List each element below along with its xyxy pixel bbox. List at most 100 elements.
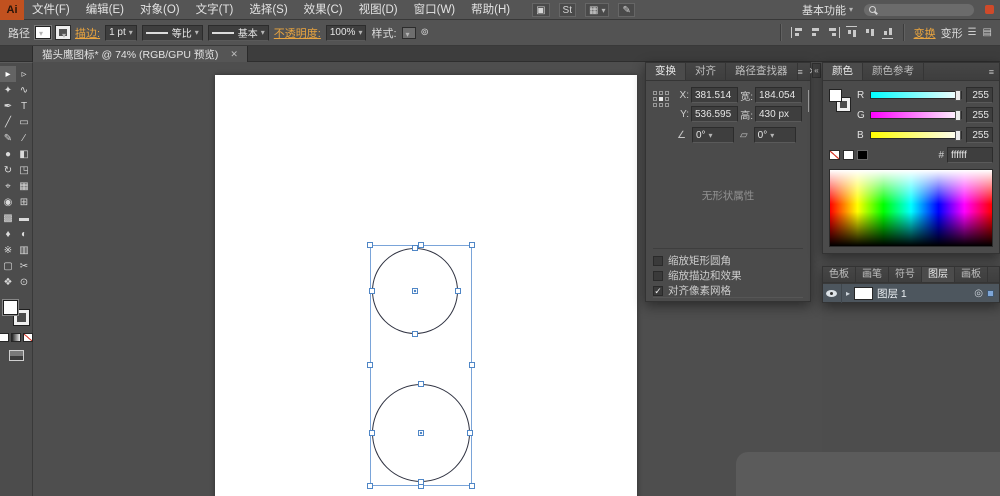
scale-tool[interactable]: ◳ [16, 162, 32, 178]
slider-knob[interactable] [955, 110, 961, 121]
tab-brushes[interactable]: 画笔 [856, 267, 889, 282]
fill-color-swatch[interactable] [35, 26, 51, 39]
hand-tool[interactable]: ❖ [0, 274, 16, 290]
align-left-icon[interactable] [790, 27, 804, 38]
visibility-eye-icon[interactable] [826, 289, 837, 297]
selection-handle[interactable] [469, 242, 475, 248]
disclosure-triangle-icon[interactable]: ▸ [846, 289, 850, 298]
warp-link[interactable]: 变形 [941, 25, 963, 41]
magic-wand-tool[interactable]: ✦ [0, 82, 16, 98]
layer-row[interactable]: ▸ 图层 1 ◎ [823, 283, 999, 303]
artboard-tool[interactable]: ▢ [0, 258, 16, 274]
type-tool[interactable]: T [16, 98, 32, 114]
recolor-artwork-icon[interactable]: ⊚ [421, 27, 429, 38]
align-top-icon[interactable] [845, 26, 857, 39]
panel-menu-icon[interactable]: ≡ [798, 67, 803, 77]
fill-proxy-swatch[interactable] [3, 300, 18, 315]
workspace-switcher-icon[interactable]: ▦ [585, 2, 610, 17]
opacity-field[interactable]: 100% [325, 24, 367, 41]
pencil-tool[interactable]: ∕ [16, 130, 32, 146]
anchor-point[interactable] [369, 288, 375, 294]
align-middle-icon[interactable] [864, 26, 875, 39]
rotate-tool[interactable]: ↻ [0, 162, 16, 178]
hex-field[interactable]: ffffff [947, 147, 993, 163]
green-value-field[interactable]: 255 [966, 107, 993, 123]
anchor-point[interactable] [412, 331, 418, 337]
blue-slider[interactable] [870, 130, 962, 141]
tab-align[interactable]: 对齐 [686, 63, 726, 80]
brush-icon[interactable]: ✎ [618, 2, 635, 17]
color-spectrum[interactable] [829, 169, 993, 247]
green-slider[interactable] [870, 110, 962, 121]
tab-layers[interactable]: 图层 [922, 267, 955, 282]
selection-handle[interactable] [469, 362, 475, 368]
tab-color-guide[interactable]: 颜色参考 [863, 63, 924, 80]
lasso-tool[interactable]: ∿ [16, 82, 32, 98]
mesh-tool[interactable]: ▩ [0, 210, 16, 226]
menu-edit[interactable]: 编辑(E) [78, 0, 132, 20]
constrain-proportions-icon[interactable] [808, 90, 809, 112]
fill-proxy-swatch[interactable] [829, 89, 842, 102]
scale-strokes-effects-option[interactable]: 缩放描边和效果 [653, 268, 803, 283]
blend-tool[interactable]: ◐ [16, 226, 32, 242]
stroke-color-swatch[interactable] [55, 25, 71, 40]
gradient-mode-icon[interactable] [11, 333, 21, 342]
reference-point-locator[interactable] [653, 91, 669, 122]
stroke-weight-field[interactable]: 1 pt [105, 24, 137, 41]
width-tool[interactable]: ⌖ [0, 178, 16, 194]
layer-thumbnail[interactable] [854, 286, 874, 300]
eyedropper-tool[interactable]: ♦ [0, 226, 16, 242]
selection-handle[interactable] [418, 242, 424, 248]
tab-pathfinder[interactable]: 路径查找器 [726, 63, 798, 80]
black-swatch[interactable] [857, 150, 868, 160]
search-input[interactable] [863, 2, 975, 17]
pen-tool[interactable]: ✒ [0, 98, 16, 114]
center-point[interactable] [418, 430, 424, 436]
blob-brush-tool[interactable]: ● [0, 146, 16, 162]
stroke-link[interactable]: 描边: [75, 25, 100, 41]
slider-knob[interactable] [955, 130, 961, 141]
red-slider[interactable] [870, 90, 962, 101]
gradient-tool[interactable]: ▬ [16, 210, 32, 226]
menu-object[interactable]: 对象(O) [132, 0, 188, 20]
menu-view[interactable]: 视图(D) [351, 0, 406, 20]
dock-collapse-button[interactable]: « [812, 63, 821, 78]
eraser-tool[interactable]: ◧ [16, 146, 32, 162]
anchor-point[interactable] [467, 430, 473, 436]
panel-menu-icon[interactable]: ≡ [989, 67, 994, 77]
shape-builder-tool[interactable]: ◉ [0, 194, 16, 210]
rotate-field[interactable]: 0° [691, 127, 734, 143]
checkbox[interactable] [653, 255, 663, 266]
slice-tool[interactable]: ✂ [16, 258, 32, 274]
line-segment-tool[interactable]: ╱ [0, 114, 16, 130]
align-center-icon[interactable] [809, 27, 822, 38]
workspace-button[interactable]: 基本功能 [802, 2, 853, 18]
grid-panel-icon[interactable]: ▤ [983, 27, 992, 38]
none-mode-icon[interactable] [23, 333, 33, 342]
selection-tool[interactable]: ▸ [0, 66, 16, 82]
close-tab-icon[interactable]: ✕ [230, 49, 238, 60]
paintbrush-tool[interactable]: ✎ [0, 130, 16, 146]
selection-handle[interactable] [469, 483, 475, 489]
align-pixel-grid-option[interactable]: ✓ 对齐像素网格 [653, 283, 803, 298]
y-field[interactable]: 536.595 [691, 106, 738, 122]
shear-field[interactable]: 0° [753, 127, 796, 143]
slider-knob[interactable] [955, 90, 961, 101]
menu-window[interactable]: 窗口(W) [406, 0, 464, 20]
h-field[interactable]: 430 px [755, 106, 802, 122]
color-mode-icon[interactable] [0, 333, 9, 342]
selection-handle[interactable] [367, 362, 373, 368]
tab-color[interactable]: 颜色 [823, 63, 863, 80]
brush-definition-dropdown[interactable]: 基本 [207, 24, 269, 41]
anchor-point[interactable] [412, 245, 418, 251]
menu-help[interactable]: 帮助(H) [463, 0, 518, 20]
menu-type[interactable]: 文字(T) [188, 0, 242, 20]
selection-handle[interactable] [367, 242, 373, 248]
rectangle-tool[interactable]: ▭ [16, 114, 32, 130]
w-field[interactable]: 184.054 [755, 87, 802, 103]
perspective-grid-tool[interactable]: ⊞ [16, 194, 32, 210]
tab-artboards[interactable]: 画板 [955, 267, 988, 282]
tab-transform[interactable]: 变换 [646, 63, 686, 80]
tab-swatches[interactable]: 色板 [823, 267, 856, 282]
blue-value-field[interactable]: 255 [966, 127, 993, 143]
